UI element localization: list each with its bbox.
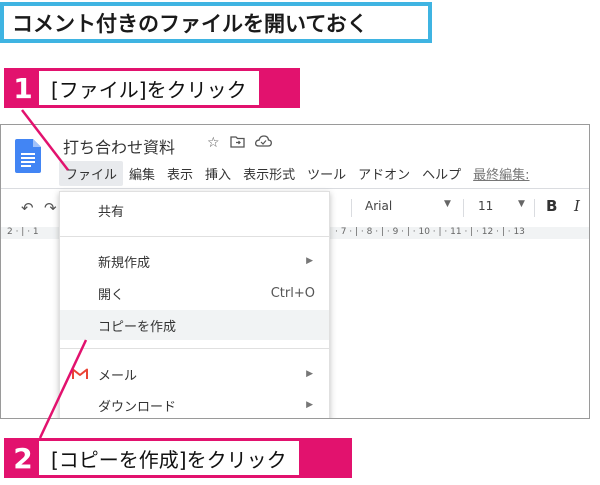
submenu-arrow-icon: ▶ [306,256,313,266]
menu-item-make-copy[interactable]: コピーを作成 [60,310,329,340]
gmail-icon [72,368,88,379]
redo-icon[interactable]: ↷ [44,199,57,217]
menu-view[interactable]: 表示 [161,161,199,186]
docs-icon [15,139,41,173]
font-dropdown-icon[interactable]: ▼ [444,199,451,209]
italic-button[interactable]: I [574,197,580,215]
menu-tools[interactable]: ツール [301,161,352,186]
step-number: 2 [13,441,33,475]
toolbar-separator [534,199,535,217]
docs-screenshot: 打ち合わせ資料 ☆ ファイル 編集 表示 挿入 表示形式 ツール アドオン ヘル… [0,124,590,419]
step-1-callout: 1 [ファイル]をクリック [4,68,300,108]
font-size-dropdown-icon[interactable]: ▼ [518,199,525,209]
menu-item-label: コピーを作成 [98,319,177,335]
file-menu: 共有 新規作成 ▶ 開く Ctrl+O コピーを作成 メール ▶ ダウンロード … [59,191,330,418]
menu-format[interactable]: 表示形式 [237,161,301,186]
menu-item-label: 開く [98,287,125,303]
menu-bar: ファイル 編集 表示 挿入 表示形式 ツール アドオン ヘルプ 最終編集: [59,161,536,186]
menu-file[interactable]: ファイル [59,161,124,186]
menu-insert[interactable]: 挿入 [199,161,237,186]
menu-item-label: メール [98,368,138,384]
menu-item-new[interactable]: 新規作成 ▶ [60,246,329,276]
menu-help[interactable]: ヘルプ [416,161,467,186]
menu-edit[interactable]: 編集 [123,161,161,186]
font-select[interactable]: Arial [365,199,392,213]
menu-item-download[interactable]: ダウンロード ▶ [60,390,329,418]
document-title[interactable]: 打ち合わせ資料 [63,134,175,158]
shortcut-label: Ctrl+O [270,285,315,301]
ruler-right-ticks: · 7 · | · 8 · | · 9 · | · 10 · | · 11 · … [335,227,525,237]
star-icon[interactable]: ☆ [207,135,220,152]
menu-divider [60,236,329,237]
menu-item-label: 共有 [98,204,125,220]
bold-button[interactable]: B [546,197,557,215]
page-title: コメント付きのファイルを開いておく [4,6,428,39]
ruler-left-ticks: 2 · | · 1 [7,227,39,237]
toolbar-separator [351,199,352,217]
title-icons: ☆ [207,135,272,152]
menu-addons[interactable]: アドオン [352,161,416,186]
menu-divider [60,348,329,349]
step-instruction: [ファイル]をクリック [39,71,259,105]
menu-item-email[interactable]: メール ▶ [60,359,329,389]
undo-icon[interactable]: ↶ [21,199,34,217]
step-2-callout: 2 [コピーを作成]をクリック [4,438,352,478]
menu-item-label: 新規作成 [98,255,151,271]
step-instruction: [コピーを作成]をクリック [39,441,299,475]
folder-move-icon[interactable] [229,135,245,152]
step-number: 1 [13,71,33,105]
submenu-arrow-icon: ▶ [306,400,313,410]
menu-item-open[interactable]: 開く Ctrl+O [60,278,329,308]
toolbar-separator [463,199,464,217]
menu-item-label: ダウンロード [98,399,177,415]
last-edit-link[interactable]: 最終編集: [467,161,535,186]
submenu-arrow-icon: ▶ [306,369,313,379]
cloud-status-icon[interactable] [254,135,272,152]
menu-item-share[interactable]: 共有 [60,195,329,225]
title-banner: コメント付きのファイルを開いておく [0,2,432,43]
font-size-select[interactable]: 11 [478,199,493,213]
